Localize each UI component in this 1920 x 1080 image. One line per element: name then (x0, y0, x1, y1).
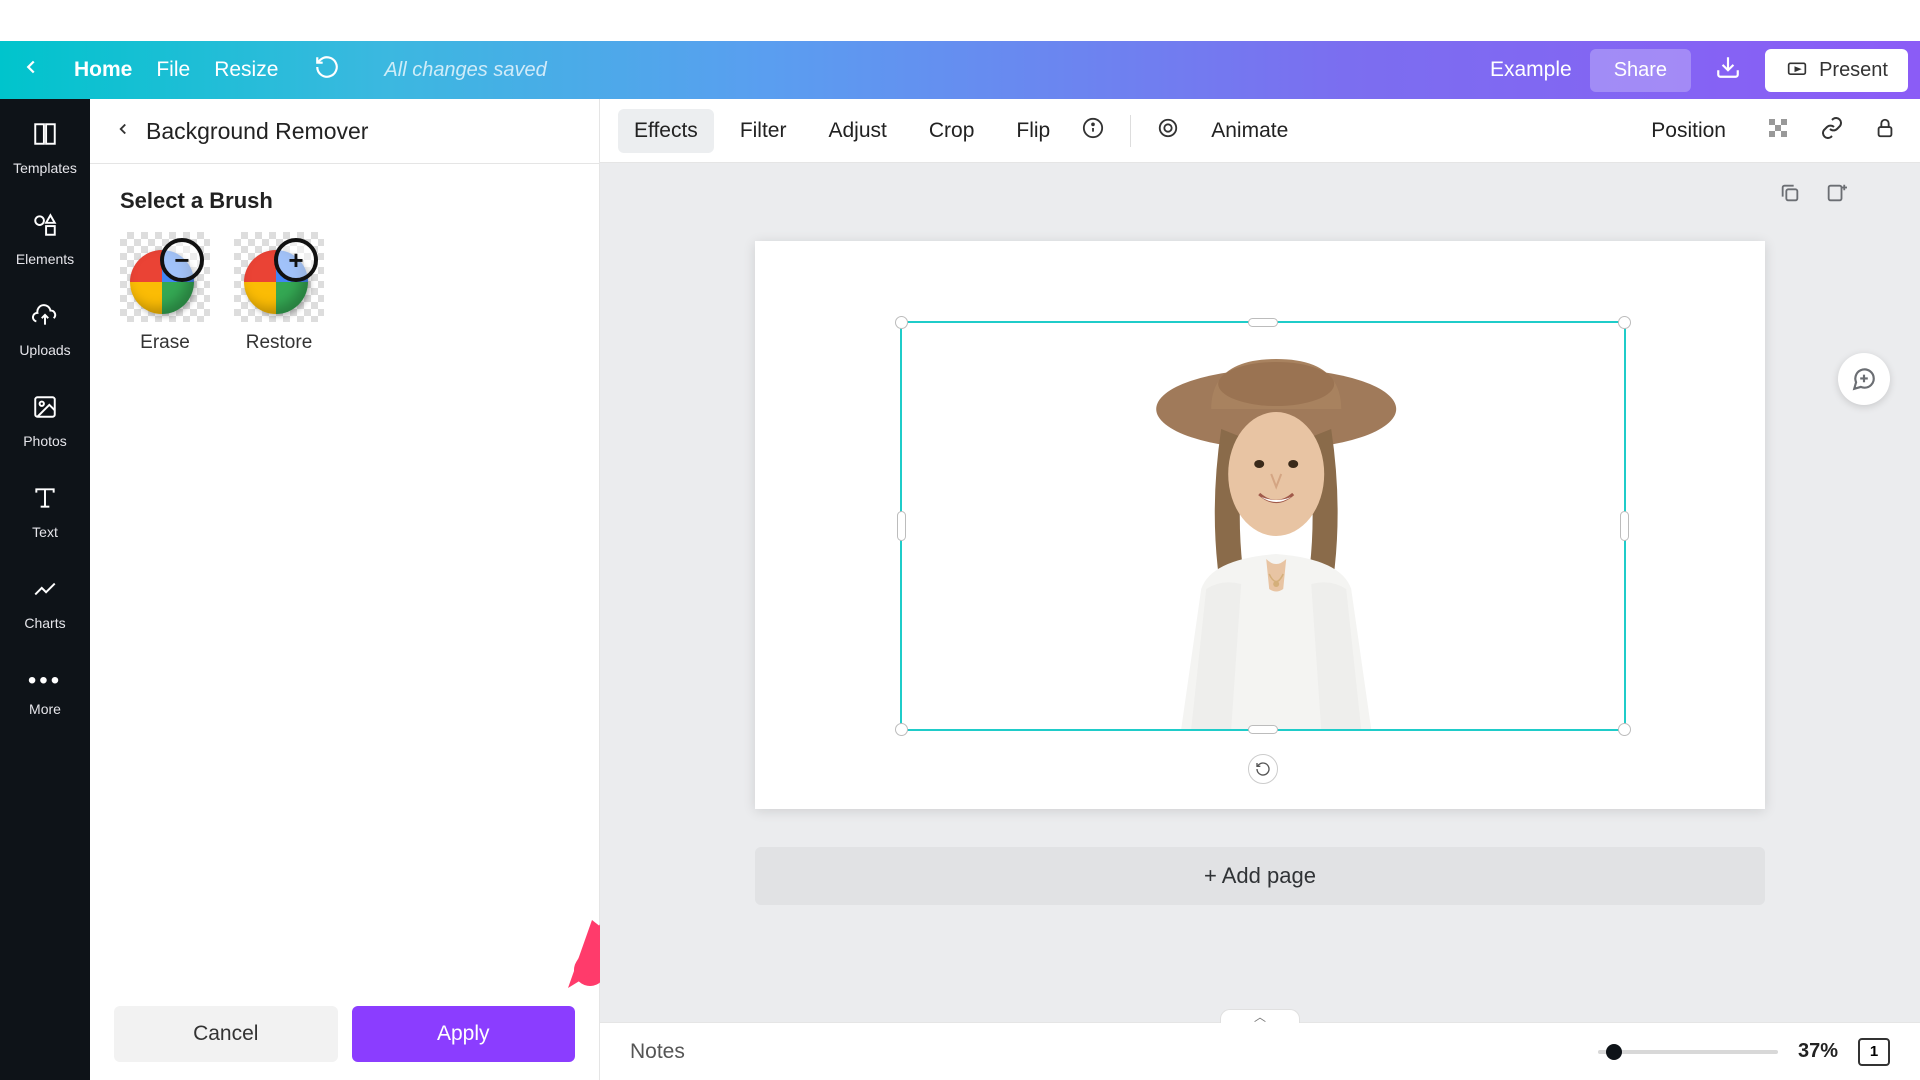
charts-icon (32, 576, 58, 609)
undo-icon[interactable] (314, 54, 340, 87)
rail-label: More (29, 701, 61, 717)
rail-templates[interactable]: Templates (0, 117, 90, 180)
rail-uploads[interactable]: Uploads (0, 299, 90, 362)
person-image (1111, 329, 1441, 729)
rail-label: Charts (24, 615, 65, 631)
apply-button[interactable]: Apply (352, 1006, 576, 1062)
templates-icon (32, 121, 58, 154)
text-icon (32, 485, 58, 518)
elements-icon (32, 212, 58, 245)
app-header: Home File Resize All changes saved Examp… (0, 41, 1920, 99)
rail-label: Uploads (19, 342, 70, 358)
rotate-handle[interactable] (1248, 754, 1278, 784)
tool-filter[interactable]: Filter (724, 109, 803, 153)
transparency-icon[interactable] (1760, 110, 1796, 152)
zoom-value[interactable]: 37% (1798, 1040, 1838, 1063)
zoom-thumb[interactable] (1606, 1044, 1622, 1060)
info-icon[interactable] (1076, 111, 1110, 151)
selection-box[interactable] (900, 321, 1626, 731)
share-button[interactable]: Share (1590, 49, 1691, 92)
duplicate-page-icon[interactable] (1776, 179, 1804, 207)
left-rail: Templates Elements Uploads Photos Text (0, 99, 90, 1080)
rail-label: Text (32, 524, 58, 540)
side-panel: Background Remover Select a Brush − Eras… (90, 99, 600, 1080)
brush-heading: Select a Brush (120, 188, 569, 214)
tool-position[interactable]: Position (1635, 109, 1742, 153)
plus-magnifier-icon: + (274, 238, 318, 282)
resize-handle-bl[interactable] (895, 723, 908, 736)
resize-menu[interactable]: Resize (214, 58, 278, 82)
zoom-slider[interactable] (1598, 1050, 1778, 1054)
tool-animate[interactable]: Animate (1195, 109, 1304, 153)
tool-adjust[interactable]: Adjust (812, 109, 902, 153)
uploads-icon (32, 303, 58, 336)
lock-icon[interactable] (1868, 111, 1902, 151)
panel-footer: Cancel Apply (90, 988, 599, 1080)
cancel-button[interactable]: Cancel (114, 1006, 338, 1062)
minus-magnifier-icon: − (160, 238, 204, 282)
link-icon[interactable] (1814, 110, 1850, 152)
resize-handle-tl[interactable] (895, 316, 908, 329)
rail-more[interactable]: ••• More (0, 663, 90, 721)
panel-title: Background Remover (146, 118, 368, 145)
resize-edge-top[interactable] (1248, 318, 1278, 327)
canvas-page[interactable] (755, 241, 1765, 809)
editor-toolbar: Effects Filter Adjust Crop Flip Animate … (600, 99, 1920, 163)
erase-thumb: − (120, 232, 210, 322)
rail-text[interactable]: Text (0, 481, 90, 544)
page-count-button[interactable]: 1 (1858, 1038, 1890, 1066)
document-title[interactable]: Example (1490, 58, 1572, 82)
photos-icon (32, 394, 58, 427)
back-arrow-icon[interactable] (12, 56, 50, 85)
collapse-handle[interactable]: ︿ (1220, 1009, 1300, 1023)
save-status: All changes saved (384, 59, 546, 82)
rail-photos[interactable]: Photos (0, 390, 90, 453)
brush-label: Erase (140, 332, 190, 354)
rail-charts[interactable]: Charts (0, 572, 90, 635)
add-page-icon[interactable] (1822, 179, 1850, 207)
tool-crop[interactable]: Crop (913, 109, 991, 153)
notes-button[interactable]: Notes (630, 1040, 685, 1064)
rail-label: Photos (23, 433, 67, 449)
resize-edge-right[interactable] (1620, 511, 1629, 541)
more-icon: ••• (28, 667, 62, 695)
resize-handle-br[interactable] (1618, 723, 1631, 736)
present-button[interactable]: Present (1765, 49, 1908, 92)
resize-handle-tr[interactable] (1618, 316, 1631, 329)
panel-header: Background Remover (90, 99, 599, 164)
rail-label: Elements (16, 251, 74, 267)
canvas-region: Effects Filter Adjust Crop Flip Animate … (600, 99, 1920, 1080)
panel-back-icon[interactable] (114, 117, 132, 145)
resize-edge-bottom[interactable] (1248, 725, 1278, 734)
animate-ring-icon (1151, 111, 1185, 151)
brush-restore[interactable]: + Restore (234, 232, 324, 354)
tool-flip[interactable]: Flip (1000, 109, 1066, 153)
file-menu[interactable]: File (156, 58, 190, 82)
browser-top-spacer (0, 0, 1920, 41)
toolbar-separator (1130, 115, 1131, 147)
brush-erase[interactable]: − Erase (120, 232, 210, 354)
resize-edge-left[interactable] (897, 511, 906, 541)
present-label: Present (1819, 59, 1888, 82)
comment-fab[interactable] (1838, 353, 1890, 405)
brush-label: Restore (246, 332, 313, 354)
download-icon[interactable] (1709, 54, 1747, 87)
restore-thumb: + (234, 232, 324, 322)
rail-elements[interactable]: Elements (0, 208, 90, 271)
rail-label: Templates (13, 160, 77, 176)
tool-effects[interactable]: Effects (618, 109, 714, 153)
home-link[interactable]: Home (74, 58, 132, 82)
add-page-button[interactable]: + Add page (755, 847, 1765, 905)
editor-area[interactable]: + Add page (600, 163, 1920, 1022)
footer-bar: ︿ Notes 37% 1 (600, 1022, 1920, 1080)
